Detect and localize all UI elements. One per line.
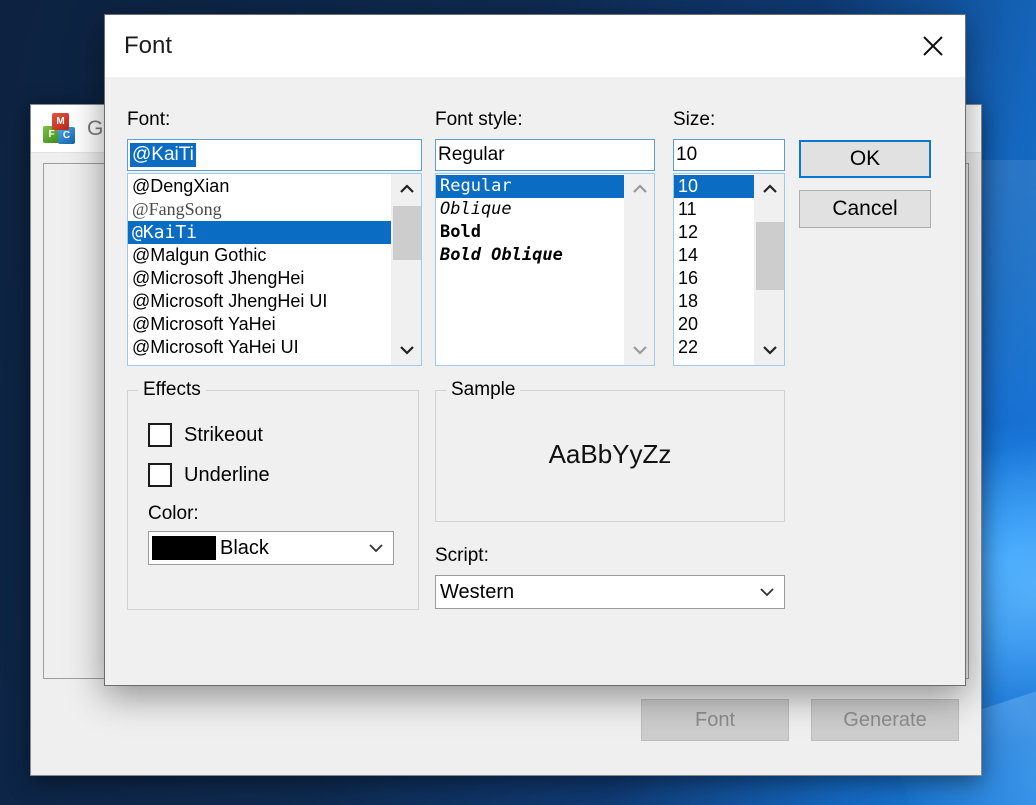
app-footer-buttons: Font Generate [641, 699, 959, 741]
color-combobox[interactable]: Black [148, 531, 394, 565]
chevron-down-icon[interactable] [750, 587, 784, 597]
effects-group-title: Effects [138, 379, 206, 401]
font-style-input[interactable]: Regular [435, 139, 655, 171]
scroll-up-icon[interactable] [755, 174, 785, 204]
scroll-up-icon[interactable] [392, 174, 422, 204]
list-item[interactable]: 11 [674, 198, 754, 221]
size-list-items: 10 11 12 14 16 18 20 22 [674, 174, 754, 365]
list-item[interactable]: 18 [674, 290, 754, 313]
font-dialog-body: Font: @KaiTi @DengXian @FangSong @KaiTi … [105, 77, 965, 685]
list-item[interactable]: @KaiTi [128, 221, 391, 244]
list-item[interactable]: @Microsoft JhengHei [128, 267, 391, 290]
strikeout-checkbox[interactable] [148, 423, 172, 447]
list-item[interactable]: 20 [674, 313, 754, 336]
list-item[interactable]: @FangSong [128, 198, 391, 221]
list-item[interactable]: 16 [674, 267, 754, 290]
size-field-group: Size: 10 10 11 12 14 16 18 20 22 [673, 109, 785, 366]
sample-group-title: Sample [446, 379, 521, 401]
script-field-group: Script: Western [435, 545, 785, 609]
strikeout-checkbox-row[interactable]: Strikeout [148, 423, 418, 447]
close-icon[interactable] [901, 15, 965, 77]
size-scroll-track[interactable] [755, 204, 785, 335]
list-item[interactable]: @Microsoft YaHei UI [128, 336, 391, 359]
list-item[interactable]: 10 [674, 175, 754, 198]
font-style-listbox[interactable]: Regular Oblique Bold Bold Oblique [435, 173, 655, 366]
scroll-down-icon[interactable] [755, 335, 785, 365]
mfc-cube-m-icon: M [52, 112, 69, 130]
font-style-list-scrollbar[interactable] [624, 174, 654, 365]
font-input-value: @KaiTi [130, 143, 196, 167]
font-style-field-group: Font style: Regular Regular Oblique Bold… [435, 109, 655, 366]
strikeout-label: Strikeout [184, 423, 263, 446]
size-list-scrollbar[interactable] [754, 174, 784, 365]
chevron-down-icon[interactable] [359, 543, 393, 553]
mfc-app-icon: F C M [43, 112, 77, 145]
size-listbox[interactable]: 10 11 12 14 16 18 20 22 [673, 173, 785, 366]
font-style-list-items: Regular Oblique Bold Bold Oblique [436, 174, 624, 365]
effects-group: Effects Strikeout Underline Color: Black [127, 379, 419, 610]
font-style-input-value: Regular [438, 144, 505, 165]
script-combobox[interactable]: Western [435, 575, 785, 609]
size-input-value: 10 [676, 144, 698, 165]
font-label: Font: [127, 109, 171, 130]
list-item[interactable]: Regular [436, 175, 624, 198]
sample-group: Sample AaBbYyZz [435, 379, 785, 522]
size-label: Size: [673, 109, 716, 130]
list-item[interactable]: 22 [674, 336, 754, 359]
app-generate-button[interactable]: Generate [811, 699, 959, 741]
color-value: Black [220, 536, 269, 559]
sample-text: AaBbYyZz [548, 439, 672, 469]
list-item[interactable]: @DengXian [128, 175, 391, 198]
app-font-button[interactable]: Font [641, 699, 789, 741]
script-label: Script: [435, 545, 489, 566]
font-scroll-thumb[interactable] [392, 206, 421, 260]
scroll-down-icon[interactable] [625, 335, 655, 365]
font-scroll-track[interactable] [392, 204, 422, 335]
list-item[interactable]: 12 [674, 221, 754, 244]
color-label: Color: [148, 503, 199, 524]
scroll-down-icon[interactable] [392, 335, 422, 365]
list-item[interactable]: 14 [674, 244, 754, 267]
size-scroll-thumb[interactable] [755, 222, 784, 290]
font-listbox[interactable]: @DengXian @FangSong @KaiTi @Malgun Gothi… [127, 173, 422, 366]
font-dialog: Font Font: @KaiTi @DengXian @FangSong @K… [104, 14, 966, 686]
font-field-group: Font: @KaiTi @DengXian @FangSong @KaiTi … [127, 109, 422, 366]
color-swatch [152, 536, 216, 560]
list-item[interactable]: Bold Oblique [436, 244, 624, 267]
scroll-up-icon[interactable] [625, 174, 655, 204]
dialog-action-buttons: OK Cancel [799, 140, 931, 228]
font-input[interactable]: @KaiTi [127, 139, 422, 171]
list-item[interactable]: Oblique [436, 198, 624, 221]
font-dialog-titlebar[interactable]: Font [105, 15, 965, 77]
size-input[interactable]: 10 [673, 139, 785, 171]
underline-checkbox[interactable] [148, 463, 172, 487]
cancel-button[interactable]: Cancel [799, 190, 931, 228]
list-item[interactable]: @Microsoft JhengHei UI [128, 290, 391, 313]
underline-checkbox-row[interactable]: Underline [148, 463, 418, 487]
underline-label: Underline [184, 463, 270, 486]
font-style-scroll-track[interactable] [625, 204, 655, 335]
list-item[interactable]: Bold [436, 221, 624, 244]
ok-button[interactable]: OK [799, 140, 931, 178]
font-list-scrollbar[interactable] [391, 174, 421, 365]
list-item[interactable]: @Malgun Gothic [128, 244, 391, 267]
font-style-label: Font style: [435, 109, 523, 130]
font-dialog-title: Font [124, 32, 173, 59]
list-item[interactable]: @Microsoft YaHei [128, 313, 391, 336]
script-value: Western [440, 580, 515, 603]
font-list-items: @DengXian @FangSong @KaiTi @Malgun Gothi… [128, 174, 391, 365]
